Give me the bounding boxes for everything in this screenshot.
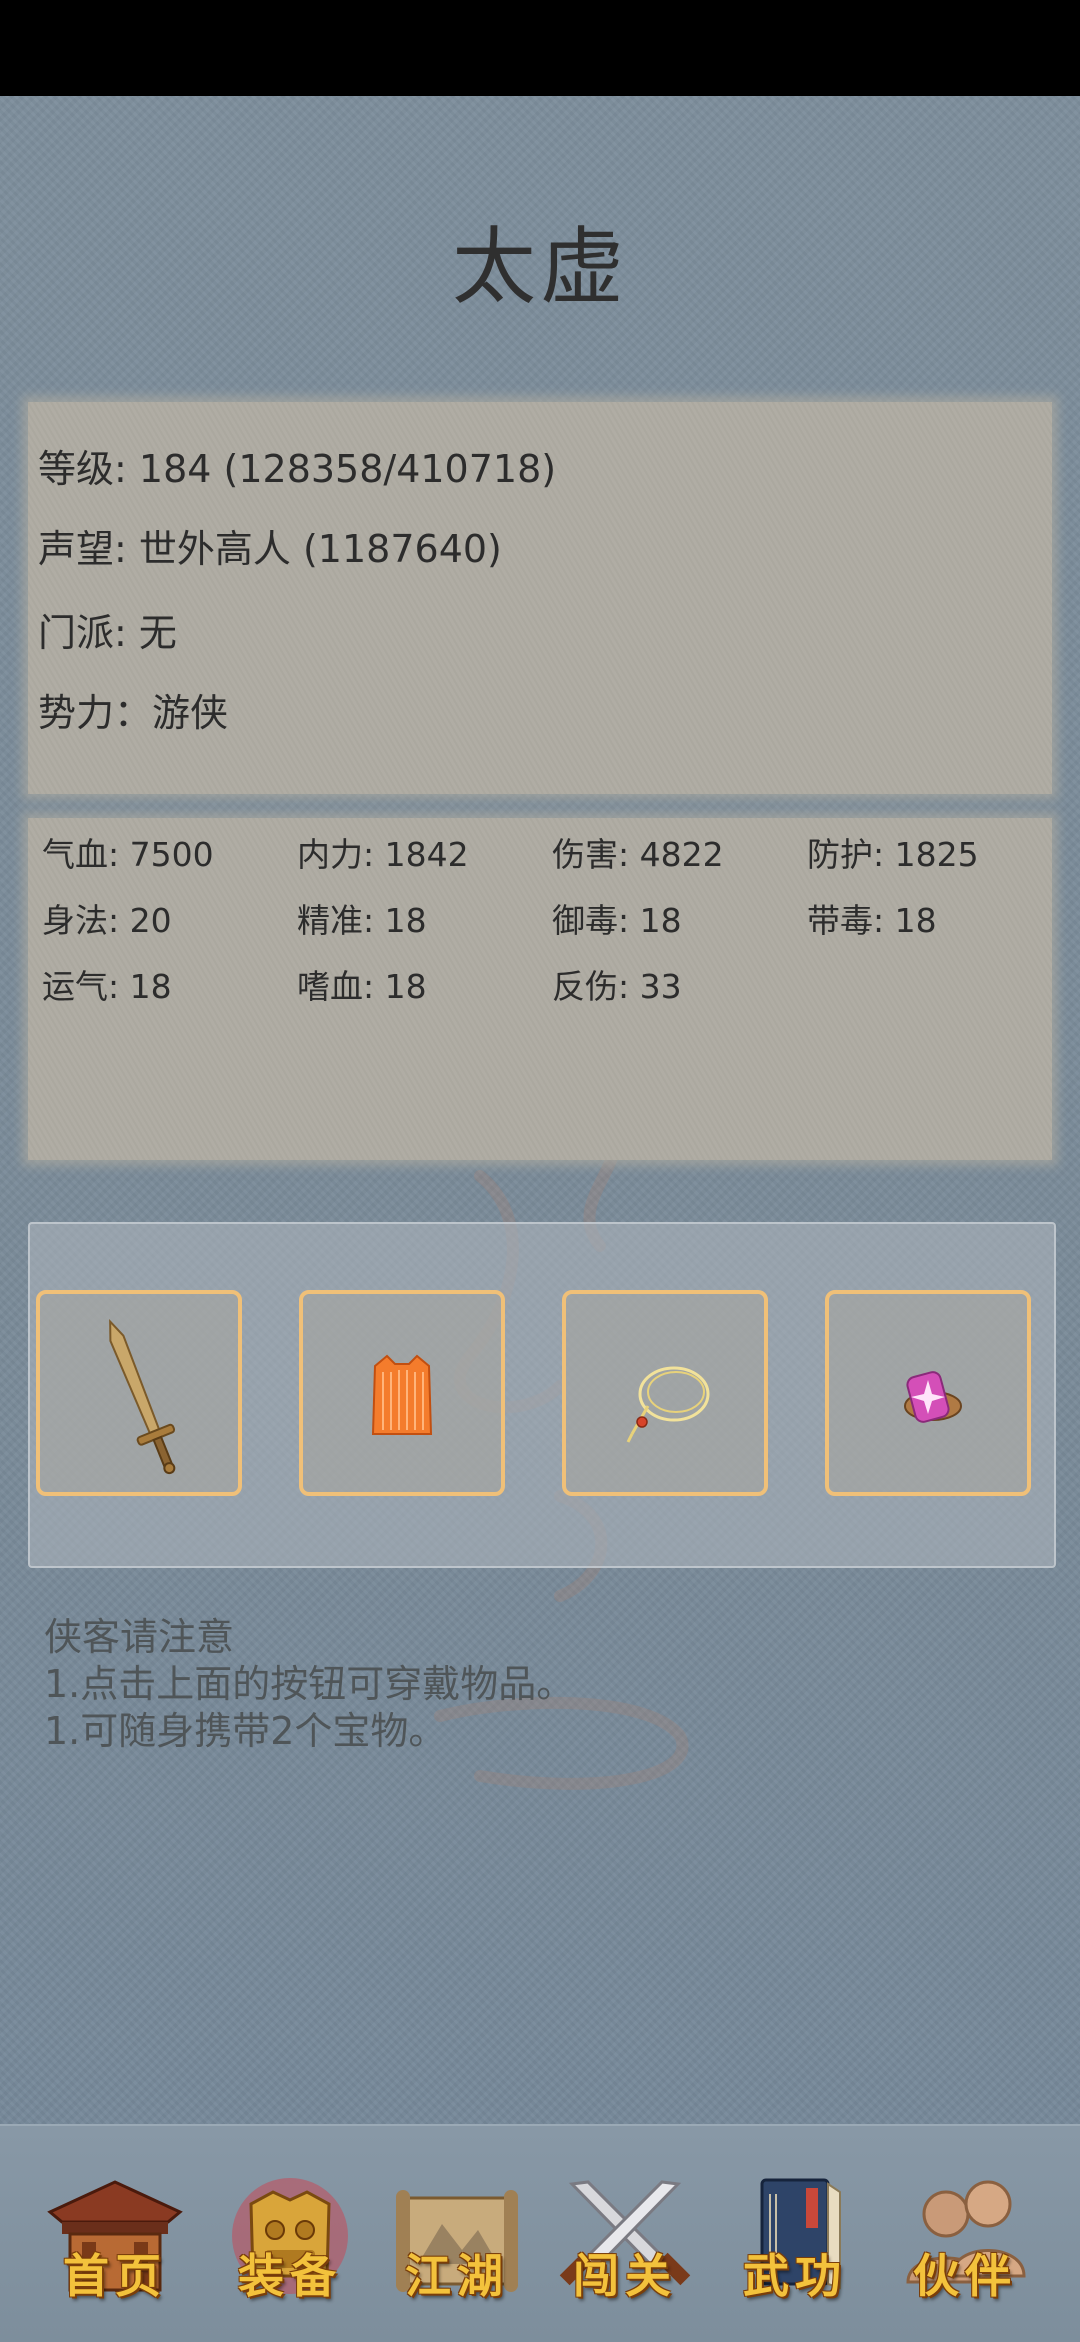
info-separator: : [114,611,139,655]
notice-text: 侠客请注意 1.点击上面的按钮可穿戴物品。 1.可随身携带2个宝物。 [44,1614,574,1755]
stat-label: 身法 [42,901,108,940]
stat-label: 带毒 [807,901,873,940]
gem-treasure-icon [904,1371,962,1423]
equip-slot-necklace[interactable] [562,1290,768,1496]
stat-poison-resist: 御毒: 18 [552,901,682,940]
stat-label: 气血 [42,835,108,874]
info-label: 等级 [38,447,115,491]
equip-slot-weapon[interactable] [36,1290,242,1496]
info-value: 世外高人 (1187640) [138,527,502,571]
stat-lifesteal: 嗜血: 18 [297,967,427,1006]
nav-label: 武功 [743,2249,847,2303]
attributes-panel: 气血: 7500 内力: 1842 伤害: 4822 防护: 1825 身法: … [28,818,1052,1160]
nav-companions[interactable]: 伙伴 [890,2164,1040,2314]
stat-label: 内力 [297,835,363,874]
stat-hp: 气血: 7500 [42,835,214,874]
notice-line: 1.点击上面的按钮可穿戴物品。 [44,1662,575,1706]
info-separator: ： [114,691,153,735]
stat-value: 18 [384,901,427,940]
stat-label: 伤害 [552,835,618,874]
stat-internal-power: 内力: 1842 [297,835,469,874]
nav-jianghu[interactable]: 江湖 [382,2164,532,2314]
notice-title: 侠客请注意 [44,1615,235,1659]
equipment-panel [28,1222,1056,1568]
nav-label: 江湖 [405,2249,509,2303]
stat-accuracy: 精准: 18 [297,901,427,940]
stat-label: 运气 [42,967,108,1006]
info-separator: : [114,447,139,491]
stat-defense: 防护: 1825 [807,835,979,874]
info-value: 无 [138,611,177,655]
stat-value: 1825 [894,835,979,874]
stat-value: 7500 [129,835,214,874]
info-label: 门派 [38,611,115,655]
stat-poison: 带毒: 18 [807,901,937,940]
nav-equipment[interactable]: 装备 [215,2164,365,2314]
necklace-icon [626,1366,710,1443]
nav-label: 闯关 [573,2249,677,2303]
info-label: 声望 [38,527,115,571]
stat-value: 18 [894,901,937,940]
notice-line: 1.可随身携带2个宝物。 [44,1709,447,1753]
stat-value: 18 [129,967,172,1006]
equip-slot-armor[interactable] [299,1290,505,1496]
armor-robe-icon [371,1354,433,1435]
status-bar [0,0,1080,96]
info-separator: : [114,527,139,571]
stat-reflect: 反伤: 33 [552,967,682,1006]
page-title: 太虚 [451,218,628,316]
stat-label: 防护 [807,835,873,874]
stat-label: 反伤 [552,967,618,1006]
stat-value: 1842 [384,835,469,874]
nav-label: 首页 [63,2249,167,2303]
stat-value: 18 [639,901,682,940]
nav-label: 装备 [238,2249,342,2303]
info-row-faction: 势力：游侠 [38,682,228,737]
sword-icon [109,1319,176,1475]
nav-label: 伙伴 [913,2249,1017,2303]
stat-value: 20 [129,901,172,940]
character-info-panel: 等级: 184 (128358/410718) 声望: 世外高人 (118764… [28,402,1052,794]
stat-label: 嗜血 [297,967,363,1006]
bottom-nav: 首页 装备 江湖 闯关 武功 伙伴 [0,2124,1080,2342]
equip-slot-treasure[interactable] [825,1290,1031,1496]
stat-damage: 伤害: 4822 [552,835,724,874]
info-value: 游侠 [152,691,229,735]
info-row-sect: 门派: 无 [38,602,177,657]
nav-martial-arts[interactable]: 武功 [720,2164,870,2314]
info-row-level: 等级: 184 (128358/410718) [38,438,556,493]
stat-value: 18 [384,967,427,1006]
stat-label: 御毒 [552,901,618,940]
stat-agility: 身法: 20 [42,901,172,940]
info-row-reputation: 声望: 世外高人 (1187640) [38,518,502,573]
info-label: 势力 [38,691,115,735]
nav-challenge[interactable]: 闯关 [550,2164,700,2314]
stat-value: 4822 [639,835,724,874]
info-value: 184 (128358/410718) [138,447,557,491]
nav-home[interactable]: 首页 [40,2164,190,2314]
stat-value: 33 [639,967,682,1006]
stat-label: 精准 [297,901,363,940]
stat-luck: 运气: 18 [42,967,172,1006]
